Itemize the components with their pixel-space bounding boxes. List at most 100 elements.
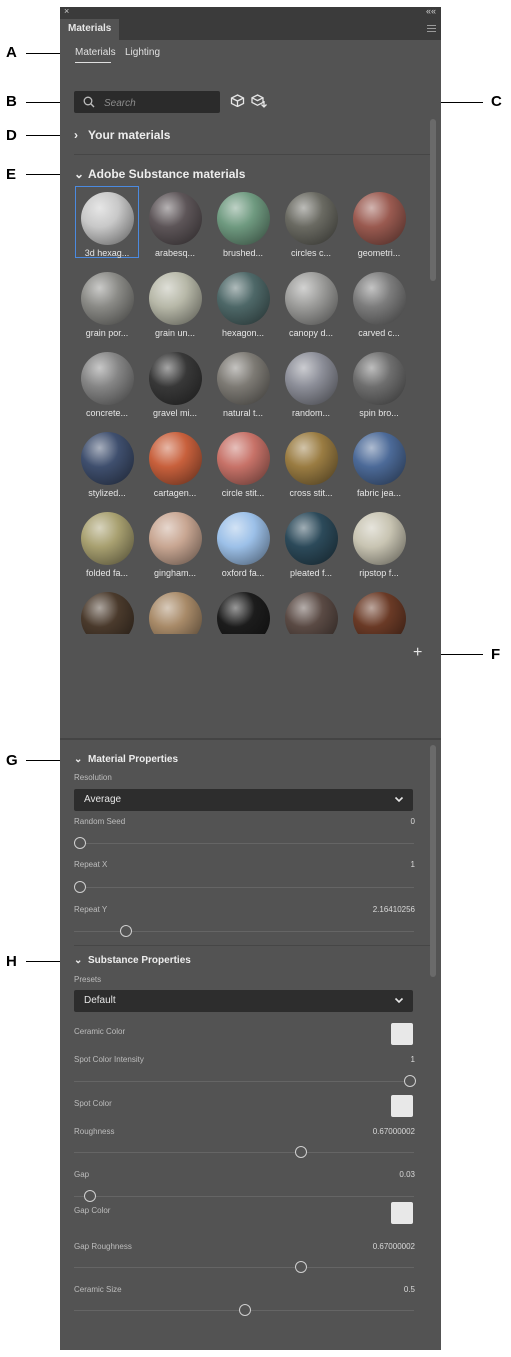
slider-thumb[interactable]: [404, 1075, 416, 1087]
material-item[interactable]: brushed...: [212, 187, 274, 258]
ceramic-color-swatch[interactable]: [391, 1023, 413, 1045]
material-thumbnail: [285, 432, 338, 485]
material-thumbnail: [285, 192, 338, 245]
panel-tab-materials[interactable]: Materials: [60, 19, 120, 40]
properties-scrollbar[interactable]: [430, 745, 436, 977]
panel-close-icon[interactable]: ×: [64, 7, 69, 16]
material-item[interactable]: gingham...: [144, 507, 206, 578]
search-input[interactable]: [102, 94, 216, 112]
material-name: gingham...: [153, 568, 197, 578]
ceramic-size-label: Ceramic Size: [74, 1285, 122, 1294]
slider-thumb[interactable]: [74, 837, 86, 849]
resolution-value: Average: [84, 794, 122, 805]
gap-slider[interactable]: [74, 1190, 414, 1202]
chevron-down-icon: ⌄: [74, 955, 83, 966]
slider-thumb[interactable]: [84, 1190, 96, 1202]
material-item[interactable]: random...: [280, 347, 342, 418]
material-name: canopy d...: [288, 328, 334, 338]
material-item[interactable]: carved c...: [348, 267, 410, 338]
random-seed-slider[interactable]: [74, 837, 414, 849]
material-item[interactable]: spin bro...: [348, 347, 410, 418]
slider-thumb[interactable]: [295, 1146, 307, 1158]
material-item[interactable]: fabric jea...: [348, 427, 410, 498]
search-icon: [83, 96, 95, 108]
slider-thumb[interactable]: [74, 881, 86, 893]
material-item[interactable]: circle stit...: [212, 427, 274, 498]
section-divider: [74, 945, 430, 946]
resolution-dropdown[interactable]: Average: [74, 789, 413, 811]
tab-materials[interactable]: Materials: [75, 47, 116, 58]
material-item[interactable]: natural t...: [212, 347, 274, 418]
presets-dropdown[interactable]: Default: [74, 990, 413, 1012]
material-name: brushed...: [222, 248, 264, 258]
material-item[interactable]: cartagen...: [144, 427, 206, 498]
cube-icon[interactable]: [230, 94, 245, 107]
material-thumbnail: [149, 352, 202, 405]
panel-collapse-icon[interactable]: ««: [426, 7, 436, 16]
roughness-label: Roughness: [74, 1127, 115, 1136]
material-item[interactable]: 3d hexag...: [75, 186, 139, 258]
slider-thumb[interactable]: [120, 925, 132, 937]
slider-thumb[interactable]: [239, 1304, 251, 1316]
materials-scrollbar[interactable]: [430, 119, 436, 281]
material-item[interactable]: geometri...: [348, 187, 410, 258]
slider-track: [74, 1152, 414, 1153]
material-item[interactable]: cross stit...: [280, 427, 342, 498]
repeat-x-slider[interactable]: [74, 881, 414, 893]
repeat-y-slider[interactable]: [74, 925, 414, 937]
adobe-materials-label: Adobe Substance materials: [88, 167, 246, 181]
material-item[interactable]: circles c...: [280, 187, 342, 258]
material-thumbnail: [285, 352, 338, 405]
material-name: pleated f...: [289, 568, 333, 578]
ceramic-size-slider[interactable]: [74, 1304, 414, 1316]
material-name: fabric jea...: [356, 488, 402, 498]
material-name: grain por...: [85, 328, 129, 338]
material-name: folded fa...: [85, 568, 129, 578]
slider-track: [74, 1267, 414, 1268]
your-materials-header[interactable]: › Your materials: [74, 128, 170, 142]
gap-color-swatch[interactable]: [391, 1202, 413, 1224]
material-name: random...: [291, 408, 331, 418]
gap-roughness-label: Gap Roughness: [74, 1242, 132, 1251]
gap-roughness-slider[interactable]: [74, 1261, 414, 1273]
substance-properties-header[interactable]: ⌄ Substance Properties: [74, 955, 191, 966]
panel-splitter[interactable]: [60, 738, 441, 740]
tab-lighting[interactable]: Lighting: [125, 47, 160, 58]
material-thumbnail: [217, 512, 270, 565]
section-divider: [74, 154, 430, 155]
material-thumbnail: [285, 512, 338, 565]
add-material-button[interactable]: +: [413, 644, 422, 662]
material-item[interactable]: ripstop f...: [348, 507, 410, 578]
substance-properties-title: Substance Properties: [88, 955, 191, 966]
import-material-icon[interactable]: [251, 94, 268, 108]
slider-thumb[interactable]: [295, 1261, 307, 1273]
material-name: arabesq...: [154, 248, 196, 258]
material-item[interactable]: arabesq...: [144, 187, 206, 258]
panel-menu-icon[interactable]: [427, 25, 436, 34]
material-item[interactable]: gravel mi...: [144, 347, 206, 418]
adobe-materials-header[interactable]: ⌄ Adobe Substance materials: [74, 167, 245, 181]
material-thumbnail: [217, 192, 270, 245]
slider-track: [74, 843, 414, 844]
spot-color-swatch[interactable]: [391, 1095, 413, 1117]
material-item[interactable]: hexagon...: [212, 267, 274, 338]
material-item[interactable]: concrete...: [76, 347, 138, 418]
spot-intensity-label: Spot Color Intensity: [74, 1055, 144, 1064]
material-properties-header[interactable]: ⌄ Material Properties: [74, 754, 178, 765]
material-thumbnail: [81, 352, 134, 405]
material-name: geometri...: [357, 248, 401, 258]
material-name: cartagen...: [153, 488, 197, 498]
material-name: grain un...: [154, 328, 196, 338]
material-item[interactable]: folded fa...: [76, 507, 138, 578]
material-item[interactable]: grain por...: [76, 267, 138, 338]
roughness-slider[interactable]: [74, 1146, 414, 1158]
material-item[interactable]: canopy d...: [280, 267, 342, 338]
material-item[interactable]: grain un...: [144, 267, 206, 338]
ceramic-size-value: 0.5: [403, 1285, 415, 1294]
callout-b: B: [6, 93, 17, 110]
material-item[interactable]: stylized...: [76, 427, 138, 498]
spot-intensity-slider[interactable]: [74, 1075, 416, 1087]
material-item[interactable]: oxford fa...: [212, 507, 274, 578]
slider-track: [74, 1196, 414, 1197]
material-item[interactable]: pleated f...: [280, 507, 342, 578]
